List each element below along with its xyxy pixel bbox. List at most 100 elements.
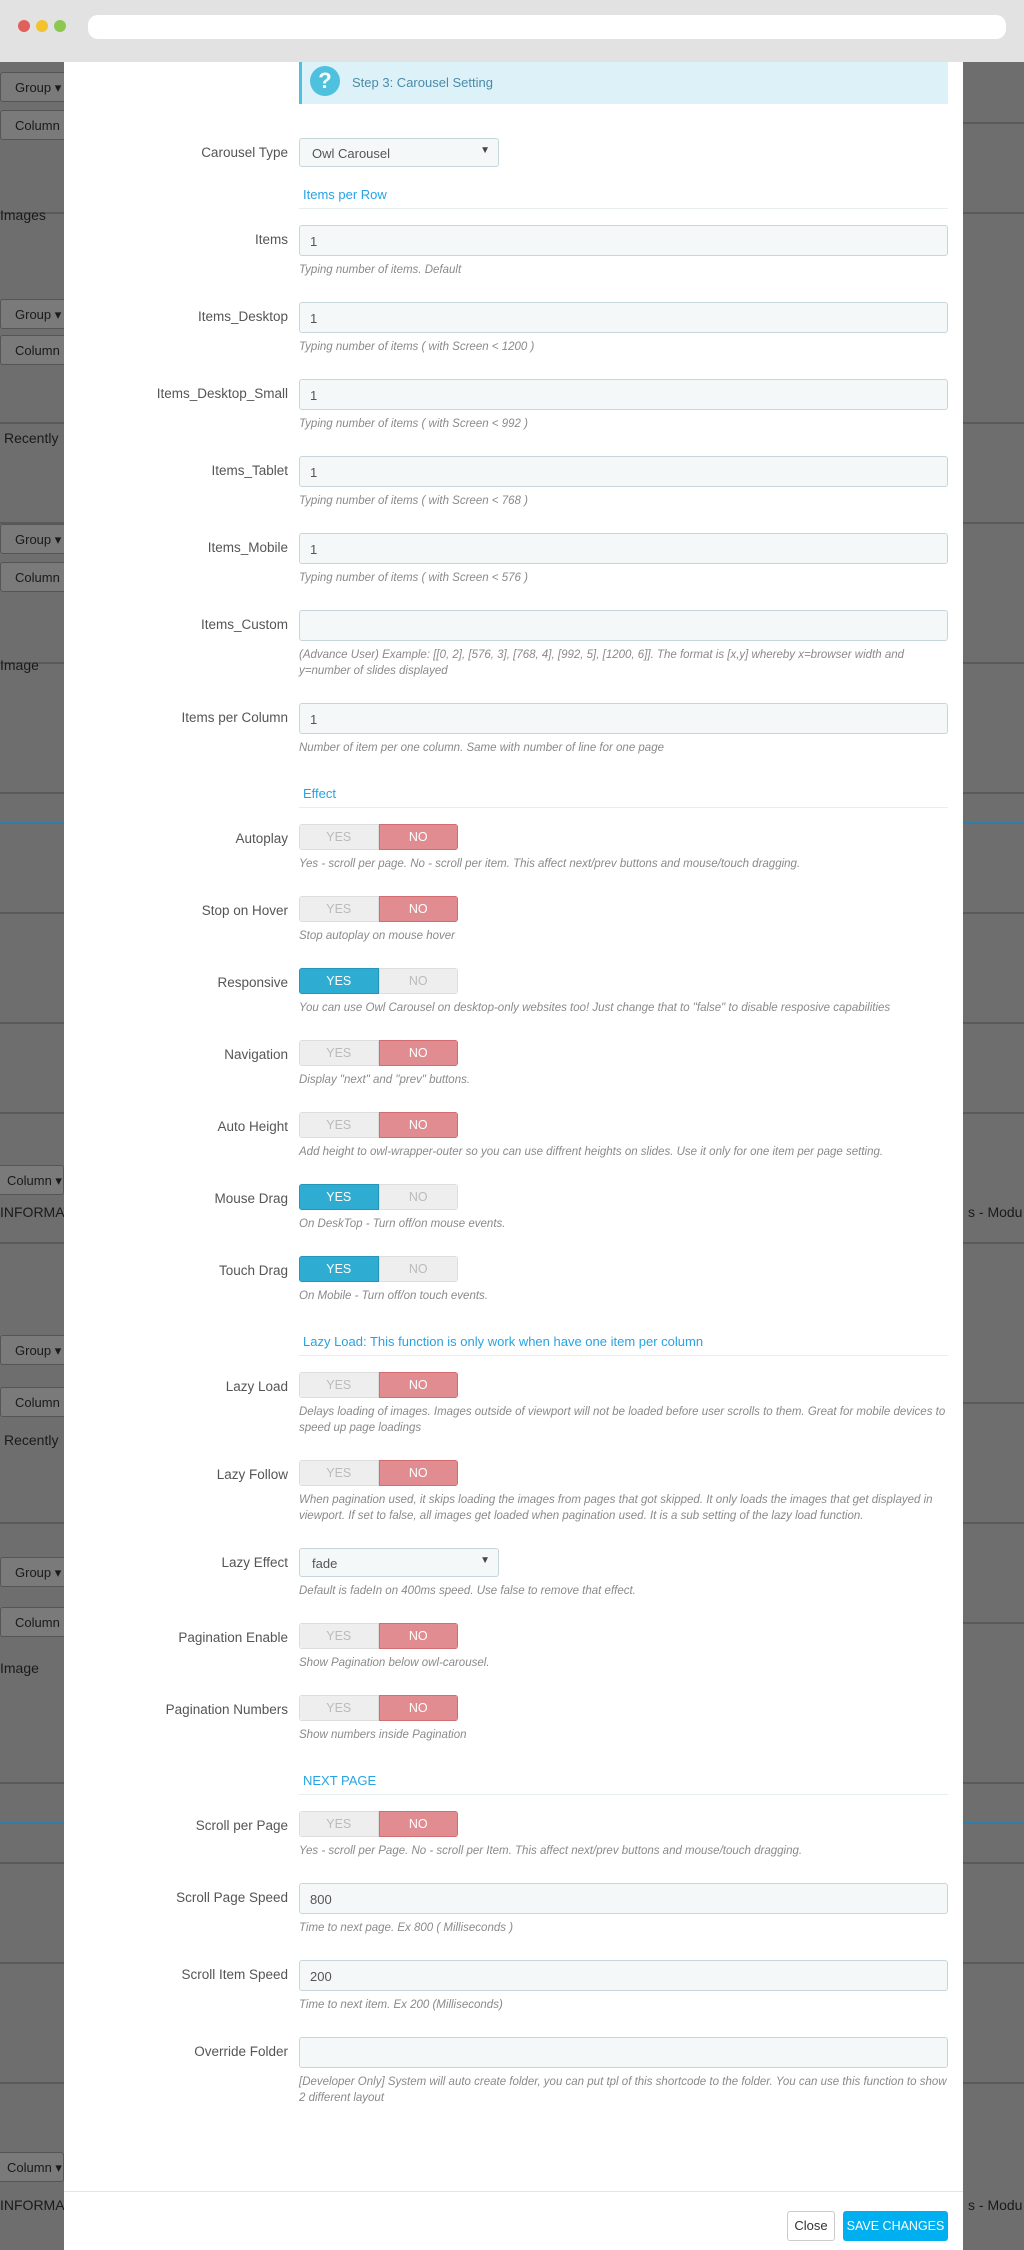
background-fragment: Column xyxy=(0,110,72,140)
background-fragment: INFORMAT xyxy=(0,1204,73,1220)
address-bar[interactable] xyxy=(88,15,1006,39)
pagination-enable-yes-option[interactable]: YES xyxy=(299,1623,379,1649)
auto-height-no-option[interactable]: NO xyxy=(378,1112,458,1138)
scroll-page-speed-input[interactable]: 800 xyxy=(299,1883,948,1914)
field-label: Lazy Load xyxy=(225,1379,288,1394)
lazy-load-no-option[interactable]: NO xyxy=(378,1372,458,1398)
background-fragment: Column xyxy=(0,562,72,592)
scroll-item-speed-input[interactable]: 200 xyxy=(299,1960,948,1991)
chevron-down-icon: ▼ xyxy=(480,1555,490,1566)
section-heading-effect: Effect xyxy=(299,780,948,808)
background-fragment: Group ▾ xyxy=(0,1557,72,1587)
items-per-column-input[interactable]: 1 xyxy=(299,703,948,734)
responsive-toggle[interactable]: YES NO xyxy=(299,968,458,994)
field-row-scroll-page-speed: Scroll Page Speed 800 Time to next page. E… xyxy=(64,1883,963,1936)
touch-drag-yes-option[interactable]: YES xyxy=(299,1256,379,1282)
background-fragment: INFORMAT xyxy=(0,2197,73,2213)
items-tablet-input[interactable]: 1 xyxy=(299,456,948,487)
touch-drag-no-option[interactable]: NO xyxy=(378,1256,458,1282)
field-row-carousel-type: Carousel Type Owl Carousel ▼ xyxy=(64,138,963,167)
background-fragment: s - Modu xyxy=(968,2197,1023,2213)
stop-on-hover-no-option[interactable]: NO xyxy=(378,896,458,922)
field-row-items-desktop: Items_Desktop 1 Typing number of items ( w… xyxy=(64,302,963,355)
help-text: On DeskTop - Turn off/on mouse events. xyxy=(299,1218,506,1230)
field-label: Pagination Enable xyxy=(178,1630,288,1645)
help-text: Yes - scroll per Page. No - scroll per I… xyxy=(299,1845,803,1857)
lazy-load-toggle[interactable]: YES NO xyxy=(299,1372,458,1398)
close-window-dot-icon[interactable] xyxy=(18,20,30,32)
auto-height-toggle[interactable]: YES NO xyxy=(299,1112,458,1138)
background-fragment: Image xyxy=(0,1660,39,1676)
field-row-override-folder: Override Folder [Developer Only] System w… xyxy=(64,2037,963,2106)
pagination-numbers-no-option[interactable]: NO xyxy=(378,1695,458,1721)
field-row-lazy-load: Lazy Load YES NO Delays loading of images. … xyxy=(64,1372,963,1436)
save-changes-button[interactable]: SAVE CHANGES xyxy=(843,2211,948,2241)
auto-height-yes-option[interactable]: YES xyxy=(299,1112,379,1138)
help-text: Show Pagination below owl-carousel. xyxy=(299,1657,490,1669)
lazy-follow-no-option[interactable]: NO xyxy=(378,1460,458,1486)
scroll-per-page-yes-option[interactable]: YES xyxy=(299,1811,379,1837)
carousel-settings-modal: ? Step 3: Carousel Setting Carousel Type… xyxy=(64,62,963,2250)
field-label: Carousel Type xyxy=(201,145,288,160)
scroll-per-page-no-option[interactable]: NO xyxy=(378,1811,458,1837)
stop-on-hover-toggle[interactable]: YES NO xyxy=(299,896,458,922)
help-text: Display "next" and "prev" buttons. xyxy=(299,1074,471,1086)
lazy-follow-yes-option[interactable]: YES xyxy=(299,1460,379,1486)
settings-form: Carousel Type Owl Carousel ▼ Items per Row I… xyxy=(64,138,963,2130)
responsive-yes-option[interactable]: YES xyxy=(299,968,379,994)
carousel-type-select[interactable]: Owl Carousel ▼ xyxy=(299,138,499,167)
help-text: Delays loading of images. Images outside… xyxy=(299,1406,946,1434)
section-heading-items-per-row: Items per Row xyxy=(299,181,948,209)
help-text: When pagination used, it skips loading t… xyxy=(299,1494,933,1522)
lazy-load-yes-option[interactable]: YES xyxy=(299,1372,379,1398)
field-row-responsive: Responsive YES NO You can use Owl Carousel … xyxy=(64,968,963,1016)
help-text: Stop autoplay on mouse hover xyxy=(299,930,455,942)
help-text: Typing number of items ( with Screen < 5… xyxy=(299,572,528,584)
pagination-enable-no-option[interactable]: NO xyxy=(378,1623,458,1649)
close-button[interactable]: Close xyxy=(787,2211,835,2241)
navigation-yes-option[interactable]: YES xyxy=(299,1040,379,1066)
field-row-items-desktop-small: Items_Desktop_Small 1 Typing number of ite… xyxy=(64,379,963,432)
help-text: On Mobile - Turn off/on touch events. xyxy=(299,1290,488,1302)
minimize-window-dot-icon[interactable] xyxy=(36,20,48,32)
mouse-drag-toggle[interactable]: YES NO xyxy=(299,1184,458,1210)
lazy-effect-select[interactable]: fade ▼ xyxy=(299,1548,499,1577)
items-desktop-input[interactable]: 1 xyxy=(299,302,948,333)
help-text: Show numbers inside Pagination xyxy=(299,1729,467,1741)
items-mobile-input[interactable]: 1 xyxy=(299,533,948,564)
field-label: Items xyxy=(254,232,288,247)
items-custom-input[interactable] xyxy=(299,610,948,641)
items-input[interactable]: 1 xyxy=(299,225,948,256)
autoplay-yes-option[interactable]: YES xyxy=(299,824,379,850)
pagination-numbers-toggle[interactable]: YES NO xyxy=(299,1695,458,1721)
field-label: Items_Desktop xyxy=(197,309,288,324)
background-fragment: Column xyxy=(0,335,72,365)
mouse-drag-yes-option[interactable]: YES xyxy=(299,1184,379,1210)
navigation-toggle[interactable]: YES NO xyxy=(299,1040,458,1066)
pagination-numbers-yes-option[interactable]: YES xyxy=(299,1695,379,1721)
background-fragment: Column ▾ xyxy=(0,1165,64,1195)
field-row-mouse-drag: Mouse Drag YES NO On DeskTop - Turn off/on … xyxy=(64,1184,963,1232)
override-folder-input[interactable] xyxy=(299,2037,948,2068)
maximize-window-dot-icon[interactable] xyxy=(54,20,66,32)
lazy-follow-toggle[interactable]: YES NO xyxy=(299,1460,458,1486)
navigation-no-option[interactable]: NO xyxy=(378,1040,458,1066)
mouse-drag-no-option[interactable]: NO xyxy=(378,1184,458,1210)
help-text: Typing number of items ( with Screen < 1… xyxy=(299,341,535,353)
field-row-scroll-item-speed: Scroll Item Speed 200 Time to next item. E… xyxy=(64,1960,963,2013)
responsive-no-option[interactable]: NO xyxy=(378,968,458,994)
page-backdrop: Group ▾ Column Images Group ▾ Column Recently… xyxy=(0,62,1024,2250)
field-label: Items_Custom xyxy=(200,617,288,632)
items-desktop-small-input[interactable]: 1 xyxy=(299,379,948,410)
touch-drag-toggle[interactable]: YES NO xyxy=(299,1256,458,1282)
background-fragment: Group ▾ xyxy=(0,299,72,329)
help-text: (Advance User) Example: [[0, 2], [576, 3… xyxy=(299,649,905,677)
background-fragment: s - Modu xyxy=(968,1204,1023,1220)
stop-on-hover-yes-option[interactable]: YES xyxy=(299,896,379,922)
autoplay-no-option[interactable]: NO xyxy=(378,824,458,850)
modal-footer: Close SAVE CHANGES xyxy=(64,2191,963,2250)
pagination-enable-toggle[interactable]: YES NO xyxy=(299,1623,458,1649)
field-label: Lazy Effect xyxy=(221,1555,288,1570)
scroll-per-page-toggle[interactable]: YES NO xyxy=(299,1811,458,1837)
autoplay-toggle[interactable]: YES NO xyxy=(299,824,458,850)
